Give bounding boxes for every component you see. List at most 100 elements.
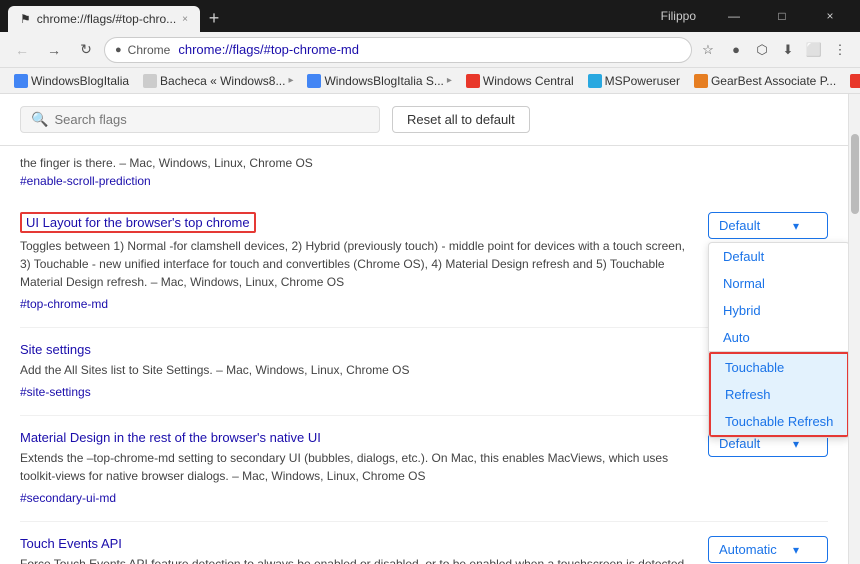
flag-desc-ui-layout: Toggles between 1) Normal -for clamshell… <box>20 237 692 291</box>
titlebar: ⚑ chrome://flags/#top-chro... × + Filipp… <box>0 0 860 32</box>
dropdown-option-auto[interactable]: Auto <box>709 324 848 351</box>
bookmark-label-2: WindowsBlogItalia S... <box>324 74 443 88</box>
navbar: ← → ↻ ● Chrome ☆ ● ⬡ ⬇ ⬜ ⋮ <box>0 32 860 68</box>
screenshot-button[interactable]: ⬜ <box>802 38 826 62</box>
dropdown-option-touchable-refresh[interactable]: Touchable Refresh <box>711 408 847 435</box>
scrollbar-thumb[interactable] <box>851 134 859 214</box>
bookmark-label-1: Bacheca « Windows8... <box>160 74 285 88</box>
prev-text: the finger is there. – Mac, Windows, Lin… <box>20 156 313 170</box>
bookmark-icon-4 <box>588 74 602 88</box>
flag-item-site-settings: Site settings Add the All Sites list to … <box>20 328 828 416</box>
bookmark-icon-5 <box>694 74 708 88</box>
flag-desc-site-settings: Add the All Sites list to Site Settings.… <box>20 361 692 379</box>
flag-control-ui-layout: Default ▾ Default Normal Hybrid Auto Tou… <box>708 212 828 313</box>
main-content: 🔍 Reset all to default the finger is the… <box>0 94 860 564</box>
bookmark-label-5: GearBest Associate P... <box>711 74 836 88</box>
back-button[interactable]: ← <box>8 36 36 64</box>
prev-text-area: the finger is there. – Mac, Windows, Lin… <box>20 146 828 198</box>
flag-desc-material-design: Extends the –top-chrome-md setting to se… <box>20 449 692 485</box>
dropdown-option-hybrid[interactable]: Hybrid <box>709 297 848 324</box>
bookmark-0[interactable]: WindowsBlogItalia <box>8 72 135 90</box>
bookmark-label-0: WindowsBlogItalia <box>31 74 129 88</box>
flags-body: the finger is there. – Mac, Windows, Lin… <box>0 146 848 564</box>
prev-link[interactable]: #enable-scroll-prediction <box>20 174 151 188</box>
flag-title-site-settings[interactable]: Site settings <box>20 342 692 357</box>
reset-all-button[interactable]: Reset all to default <box>392 106 530 133</box>
dropdown-arrow-touch-events: ▾ <box>793 543 799 557</box>
bookmark-3[interactable]: Windows Central <box>460 72 580 90</box>
flag-link-material-design[interactable]: #secondary-ui-md <box>20 491 116 505</box>
bookmark-arrow-1: ▸ <box>288 75 293 86</box>
nav-right-icons: ● ⬡ ⬇ ⬜ ⋮ <box>724 38 852 62</box>
flag-dropdown-ui-layout[interactable]: Default ▾ <box>708 212 828 239</box>
download-button[interactable]: ⬇ <box>776 38 800 62</box>
bookmarks-bar: WindowsBlogItalia Bacheca « Windows8... … <box>0 68 860 94</box>
bookmark-icon-3 <box>466 74 480 88</box>
bookmark-1[interactable]: Bacheca « Windows8... ▸ <box>137 72 299 90</box>
dropdown-option-default[interactable]: Default <box>709 243 848 270</box>
tab-close-button[interactable]: × <box>182 14 188 25</box>
dropdown-current-material-design: Default <box>719 436 760 451</box>
flag-text-material-design: Material Design in the rest of the brows… <box>20 430 692 507</box>
window-close-button[interactable]: × <box>808 2 852 30</box>
search-flags-wrap[interactable]: 🔍 <box>20 106 380 133</box>
dropdown-current-touch-events: Automatic <box>719 542 777 557</box>
flag-text-touch-events: Touch Events API Force Touch Events API … <box>20 536 692 564</box>
minimize-button[interactable]: — <box>712 2 756 30</box>
bookmark-4[interactable]: MSPoweruser <box>582 72 686 90</box>
flag-item-material-design: Material Design in the rest of the brows… <box>20 416 828 522</box>
dropdown-arrow-ui-layout: ▾ <box>793 219 799 233</box>
flag-title-material-design[interactable]: Material Design in the rest of the brows… <box>20 430 692 445</box>
extension-button[interactable]: ⬡ <box>750 38 774 62</box>
flag-control-touch-events: Automatic ▾ <box>708 536 828 564</box>
flag-link-ui-layout[interactable]: #top-chrome-md <box>20 297 108 311</box>
dropdown-highlighted-group: Touchable Refresh Touchable Refresh <box>709 352 848 437</box>
url-input[interactable] <box>178 42 681 57</box>
flag-control-material-design: Default ▾ <box>708 430 828 507</box>
search-flags-input[interactable] <box>54 112 369 127</box>
bookmark-label-3: Windows Central <box>483 74 574 88</box>
tab-label: chrome://flags/#top-chro... <box>37 12 176 26</box>
dropdown-menu-ui-layout[interactable]: Default Normal Hybrid Auto Touchable Ref… <box>708 242 848 438</box>
flags-page: 🔍 Reset all to default the finger is the… <box>0 94 848 564</box>
dropdown-current-ui-layout: Default <box>719 218 760 233</box>
bookmark-2[interactable]: WindowsBlogItalia S... ▸ <box>301 72 457 90</box>
star-button[interactable]: ☆ <box>696 38 720 62</box>
flags-header: 🔍 Reset all to default <box>0 94 848 146</box>
flag-desc-touch-events: Force Touch Events API feature detection… <box>20 555 692 564</box>
dropdown-arrow-material-design: ▾ <box>793 437 799 451</box>
scrollbar-track[interactable] <box>848 94 860 564</box>
address-bar[interactable]: ● Chrome <box>104 37 692 63</box>
tab-area: ⚑ chrome://flags/#top-chro... × + <box>8 0 661 32</box>
active-tab[interactable]: ⚑ chrome://flags/#top-chro... × <box>8 6 200 32</box>
tab-favicon: ⚑ <box>20 12 31 26</box>
profile-button[interactable]: ● <box>724 38 748 62</box>
bookmark-icon-6 <box>850 74 860 88</box>
bookmark-icon-2 <box>307 74 321 88</box>
flag-item-touch-events: Touch Events API Force Touch Events API … <box>20 522 828 564</box>
dropdown-option-refresh[interactable]: Refresh <box>711 381 847 408</box>
security-icon: ● <box>115 44 122 56</box>
bookmark-6[interactable]: YouTube (Subscriptio... <box>844 72 860 90</box>
chrome-label: Chrome <box>128 43 171 57</box>
dropdown-option-touchable[interactable]: Touchable <box>711 354 847 381</box>
bookmark-icon-0 <box>14 74 28 88</box>
flag-title-touch-events[interactable]: Touch Events API <box>20 536 692 551</box>
flag-dropdown-touch-events[interactable]: Automatic ▾ <box>708 536 828 563</box>
reload-button[interactable]: ↻ <box>72 36 100 64</box>
forward-button[interactable]: → <box>40 36 68 64</box>
dropdown-option-normal[interactable]: Normal <box>709 270 848 297</box>
new-tab-button[interactable]: + <box>200 4 228 32</box>
bookmark-icon-1 <box>143 74 157 88</box>
user-name: Filippo <box>661 9 696 23</box>
flag-text-site-settings: Site settings Add the All Sites list to … <box>20 342 692 401</box>
maximize-button[interactable]: □ <box>760 2 804 30</box>
bookmark-5[interactable]: GearBest Associate P... <box>688 72 842 90</box>
flag-item-ui-layout: UI Layout for the browser's top chrome T… <box>20 198 828 328</box>
flag-title-ui-layout[interactable]: UI Layout for the browser's top chrome <box>20 212 256 233</box>
flag-link-site-settings[interactable]: #site-settings <box>20 385 91 399</box>
search-icon: 🔍 <box>31 111 48 128</box>
window-controls: — □ × <box>712 2 852 30</box>
menu-button[interactable]: ⋮ <box>828 38 852 62</box>
bookmark-arrow-2: ▸ <box>447 75 452 86</box>
